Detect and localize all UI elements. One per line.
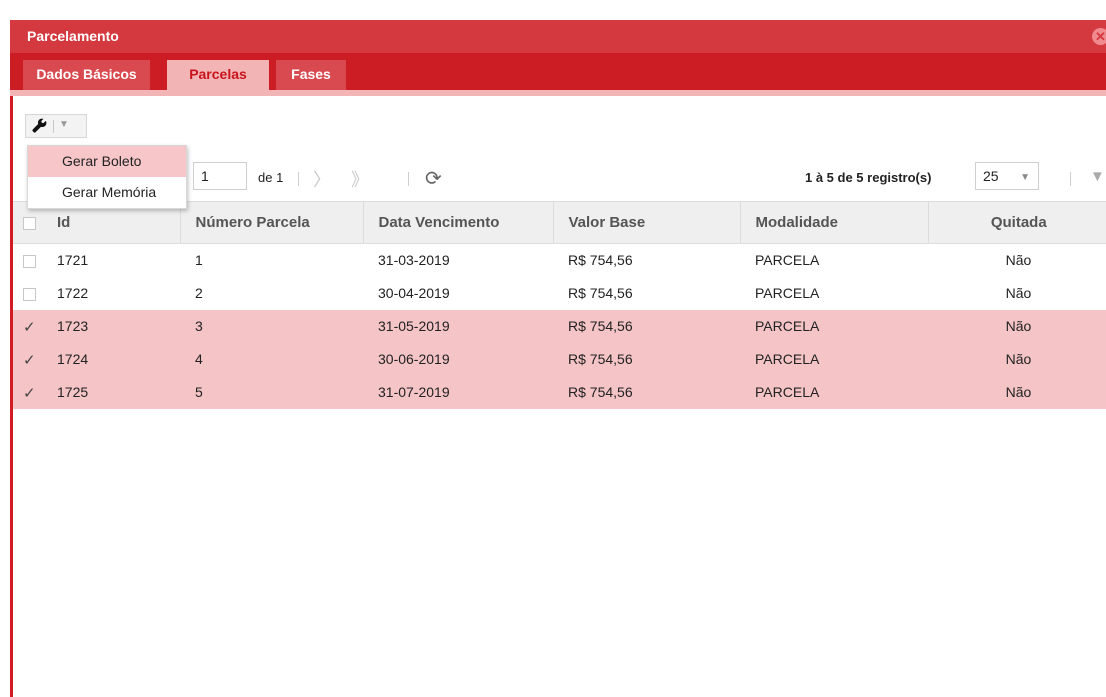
cell-quitada: Não: [928, 342, 1106, 376]
row-checkbox[interactable]: [23, 318, 36, 336]
close-icon[interactable]: ✕: [1092, 28, 1106, 45]
row-checkbox[interactable]: [23, 384, 36, 402]
cell-id: 1725: [54, 375, 180, 409]
table-row[interactable]: 1724 4 30-06-2019 R$ 754,56 PARCELA Não: [13, 342, 1106, 376]
row-checkbox-cell[interactable]: [13, 243, 54, 277]
table-row[interactable]: 1721 1 31-03-2019 R$ 754,56 PARCELA Não: [13, 243, 1106, 277]
actions-menu: Gerar Boleto Gerar Memória: [27, 145, 187, 209]
tab-dados-basicos[interactable]: Dados Básicos: [23, 60, 150, 90]
wrench-icon[interactable]: [32, 118, 47, 136]
cell-valor-base: R$ 754,56: [553, 342, 740, 376]
cell-modalidade: PARCELA: [740, 309, 928, 343]
row-checkbox[interactable]: [23, 254, 36, 268]
cell-numero-parcela: 1: [180, 243, 363, 277]
parcelas-table: Id Número Parcela Data Vencimento Valor …: [13, 201, 1106, 409]
menu-item-gerar-memoria[interactable]: Gerar Memória: [28, 177, 186, 208]
cell-quitada: Não: [928, 375, 1106, 409]
filter-icon[interactable]: ▼: [1090, 168, 1105, 185]
cell-modalidade: PARCELA: [740, 276, 928, 310]
tools-split-button[interactable]: ▼: [25, 114, 87, 138]
column-header-valor-base[interactable]: Valor Base: [553, 201, 741, 244]
table-row[interactable]: 1725 5 31-07-2019 R$ 754,56 PARCELA Não: [13, 375, 1106, 409]
page-size-select[interactable]: 25 ▼: [975, 162, 1039, 190]
window-title: Parcelamento: [27, 28, 119, 44]
cell-id: 1722: [54, 276, 180, 310]
chevron-down-icon: ▼: [1020, 172, 1030, 183]
cell-valor-base: R$ 754,56: [553, 276, 740, 310]
cell-id: 1721: [54, 243, 180, 277]
tab-underline: [10, 90, 1106, 96]
page-total-label: de 1: [258, 170, 284, 185]
page-size-value: 25: [983, 168, 999, 184]
cell-valor-base: R$ 754,56: [553, 309, 740, 343]
column-header-quitada[interactable]: Quitada: [928, 201, 1106, 244]
tab-bar: Dados Básicos Parcelas Fases: [10, 53, 1106, 90]
cell-quitada: Não: [928, 309, 1106, 343]
pager-separator: [298, 172, 299, 186]
cell-modalidade: PARCELA: [740, 243, 928, 277]
window-titlebar: Parcelamento ✕: [10, 20, 1106, 53]
cell-numero-parcela: 3: [180, 309, 363, 343]
cell-data-vencimento: 30-04-2019: [363, 276, 553, 310]
cell-id: 1723: [54, 309, 180, 343]
caret-down-icon[interactable]: ▼: [59, 119, 69, 130]
cell-numero-parcela: 4: [180, 342, 363, 376]
tab-parcelas[interactable]: Parcelas: [167, 60, 269, 90]
page-number-input[interactable]: 1: [193, 162, 247, 190]
cell-modalidade: PARCELA: [740, 342, 928, 376]
cell-numero-parcela: 5: [180, 375, 363, 409]
column-header-modalidade[interactable]: Modalidade: [740, 201, 929, 244]
row-checkbox[interactable]: [23, 351, 36, 369]
cell-data-vencimento: 30-06-2019: [363, 342, 553, 376]
cell-valor-base: R$ 754,56: [553, 375, 740, 409]
cell-quitada: Não: [928, 243, 1106, 277]
table-row[interactable]: 1723 3 31-05-2019 R$ 754,56 PARCELA Não: [13, 309, 1106, 343]
records-count: 1 à 5 de 5 registro(s): [805, 170, 932, 185]
cell-data-vencimento: 31-03-2019: [363, 243, 553, 277]
row-checkbox-cell[interactable]: [13, 375, 54, 409]
pager-separator: [1070, 172, 1071, 186]
column-header-data-vencimento[interactable]: Data Vencimento: [363, 201, 554, 244]
button-separator: [53, 120, 54, 133]
pager-separator: [408, 172, 409, 186]
table-row[interactable]: 1722 2 30-04-2019 R$ 754,56 PARCELA Não: [13, 276, 1106, 310]
column-header-numero-parcela[interactable]: Número Parcela: [180, 201, 364, 244]
row-checkbox-cell[interactable]: [13, 309, 54, 343]
cell-id: 1724: [54, 342, 180, 376]
next-page-icon[interactable]: 〉: [313, 166, 331, 192]
cell-modalidade: PARCELA: [740, 375, 928, 409]
cell-data-vencimento: 31-05-2019: [363, 309, 553, 343]
select-all-checkbox[interactable]: [23, 216, 36, 230]
row-checkbox[interactable]: [23, 287, 36, 301]
refresh-icon[interactable]: ⟳: [425, 166, 442, 191]
parcelamento-window: Parcelamento ✕ Dados Básicos Parcelas Fa…: [10, 20, 1106, 697]
cell-numero-parcela: 2: [180, 276, 363, 310]
row-checkbox-cell[interactable]: [13, 342, 54, 376]
cell-data-vencimento: 31-07-2019: [363, 375, 553, 409]
cell-quitada: Não: [928, 276, 1106, 310]
cell-valor-base: R$ 754,56: [553, 243, 740, 277]
row-checkbox-cell[interactable]: [13, 276, 54, 310]
last-page-icon[interactable]: 》: [351, 166, 369, 192]
tab-fases[interactable]: Fases: [276, 60, 346, 90]
menu-item-gerar-boleto[interactable]: Gerar Boleto: [28, 146, 186, 177]
